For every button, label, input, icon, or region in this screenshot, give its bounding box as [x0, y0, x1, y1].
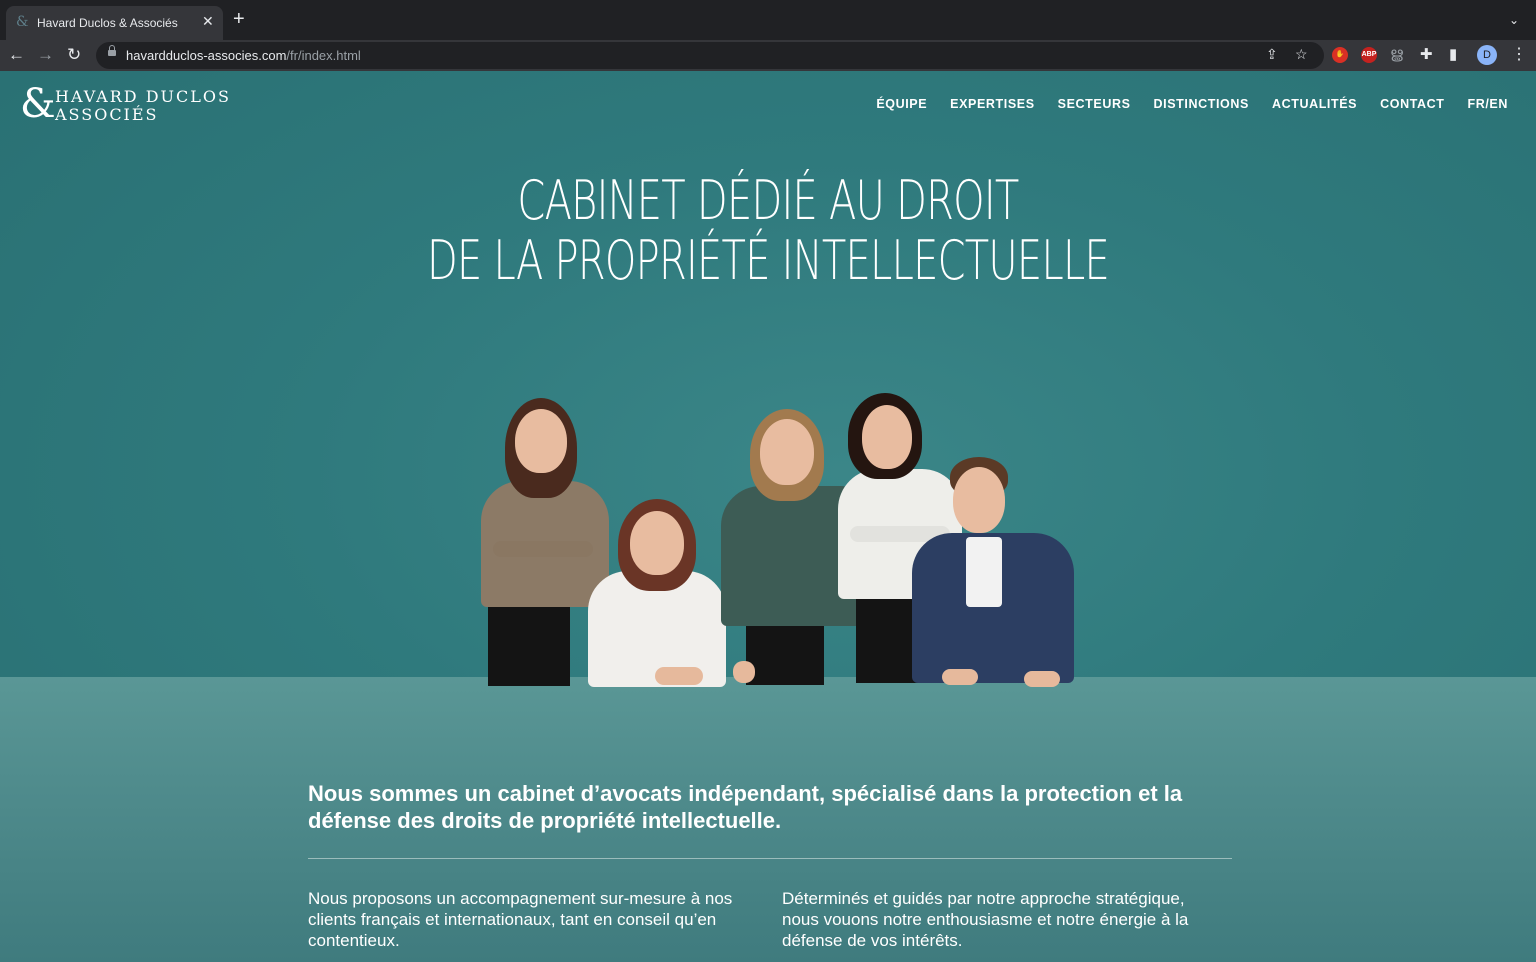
intro-column-left: Nous proposons un accompagnement sur-mes… [308, 889, 733, 950]
new-tab-icon[interactable]: + [233, 9, 245, 29]
website-viewport: & HAVARD DUCLOS ASSOCIÉS ÉQUIPE EXPERTIS… [0, 71, 1536, 962]
browser-tab-strip: & Havard Duclos & Associés ✕ + ⌄ [0, 0, 1536, 40]
browser-menu-icon[interactable]: ⋮ [1511, 44, 1527, 64]
lock-icon[interactable] [108, 45, 116, 58]
intro-statement: Nous sommes un cabinet d’avocats indépen… [308, 781, 1183, 833]
browser-tab[interactable]: & Havard Duclos & Associés ✕ [6, 6, 223, 40]
side-panel-icon[interactable]: ▮ [1449, 45, 1457, 63]
share-icon[interactable]: ⇪ [1266, 46, 1278, 63]
url-text[interactable]: havardduclos-associes.com/fr/index.html [126, 48, 361, 63]
reload-icon[interactable]: ↻ [67, 45, 81, 65]
tab-search-chevron-icon[interactable]: ⌄ [1509, 13, 1519, 27]
tab-title: Havard Duclos & Associés [37, 16, 178, 30]
bookmark-star-icon[interactable]: ☆ [1295, 46, 1308, 63]
back-arrow-icon[interactable]: ← [8, 45, 25, 65]
close-tab-icon[interactable]: ✕ [202, 13, 214, 30]
reader-icon[interactable]: ൠ [1390, 45, 1403, 62]
address-bar[interactable]: havardduclos-associes.com/fr/index.html … [96, 42, 1324, 69]
adblock-stop-icon[interactable]: ✋ [1332, 47, 1348, 63]
browser-toolbar: ← → ↻ havardduclos-associes.com/fr/index… [0, 40, 1536, 71]
abp-icon[interactable]: ABP [1361, 47, 1377, 63]
section-divider [308, 858, 1232, 859]
profile-avatar[interactable]: D [1477, 45, 1497, 65]
intro-column-right: Déterminés et guidés par notre approche … [782, 889, 1189, 950]
extensions-puzzle-icon[interactable]: ✚ [1420, 45, 1433, 63]
favicon-icon: & [16, 14, 29, 30]
forward-arrow-icon[interactable]: → [37, 45, 54, 65]
